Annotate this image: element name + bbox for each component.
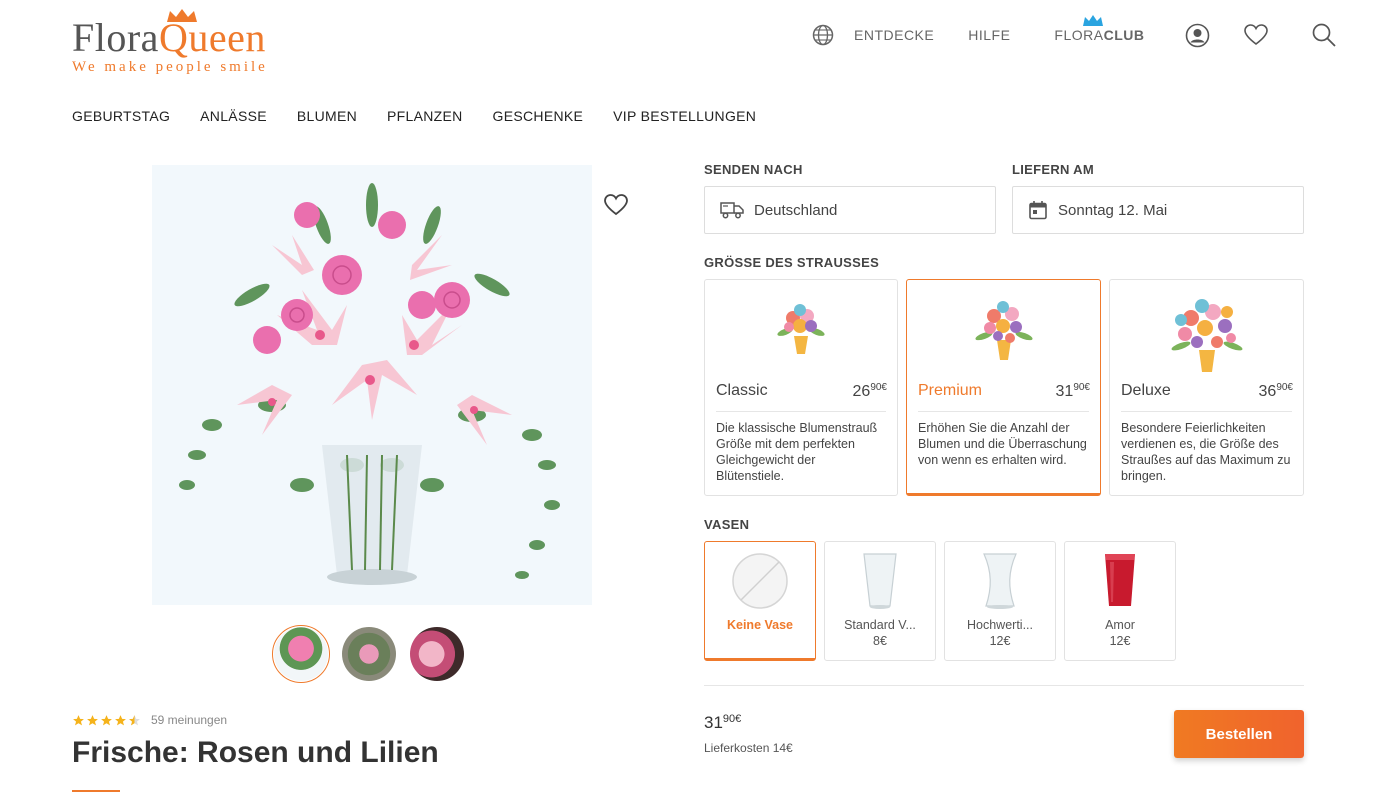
- send-to-value: Deutschland: [754, 201, 838, 219]
- standard-vase-icon: [863, 553, 897, 609]
- vase-option-premium[interactable]: Hochwerti... 12€: [944, 541, 1056, 661]
- logo-wordmark: FloraQueen: [72, 9, 268, 61]
- delivery-truck-icon: [720, 202, 744, 219]
- size-option-deluxe[interactable]: Deluxe 3690€ Besondere Feierlichkeiten v…: [1109, 279, 1304, 496]
- send-to-field[interactable]: Deutschland: [704, 186, 996, 234]
- floraclub-part2: CLUB: [1103, 27, 1145, 43]
- divider: [716, 411, 886, 412]
- discover-link[interactable]: ENTDECKE: [854, 27, 934, 43]
- size-option-classic[interactable]: Classic 2690€ Die klassische Blumenstrau…: [704, 279, 898, 496]
- product-favorite-button[interactable]: [603, 193, 629, 222]
- vase-name: Keine Vase: [726, 618, 793, 632]
- nav-occasions[interactable]: ANLÄSSE: [200, 108, 267, 124]
- vase-price: 12€: [989, 634, 1011, 648]
- bouquet-illustration: [179, 183, 560, 585]
- vase-price: 8€: [873, 634, 887, 648]
- bouquet-size-label: GRÖSSE DES STRAUSSES: [704, 255, 880, 270]
- calendar-icon: [1029, 201, 1047, 220]
- half-star-icon: [129, 714, 140, 725]
- nav-vip-orders[interactable]: VIP BESTELLUNGEN: [613, 108, 756, 124]
- star-icon: [101, 714, 112, 725]
- red-vase-icon: [1105, 554, 1135, 606]
- main-navigation: GEBURTSTAG ANLÄSSE BLUMEN PFLANZEN GESCH…: [72, 108, 786, 124]
- review-count[interactable]: 59 meinungen: [151, 713, 227, 727]
- search-icon: [1312, 23, 1336, 47]
- size-description: Die klassische Blumenstrauß Größe mit de…: [716, 421, 878, 483]
- delivery-date-field[interactable]: Sonntag 12. Mai: [1012, 186, 1304, 234]
- thumbnail-1[interactable]: [272, 625, 330, 683]
- language-selector[interactable]: [812, 24, 834, 46]
- divider: [918, 411, 1089, 412]
- wishlist-button[interactable]: [1243, 22, 1269, 48]
- hourglass-vase-icon: [983, 553, 1017, 609]
- size-option-premium[interactable]: Premium 3190€ Erhöhen Sie die Anzahl der…: [906, 279, 1101, 496]
- size-name: Premium: [918, 382, 983, 399]
- globe-icon: [812, 24, 834, 46]
- logo[interactable]: FloraQueen We make people smile: [72, 9, 268, 76]
- divider: [1121, 411, 1292, 412]
- nav-birthday[interactable]: GEBURTSTAG: [72, 108, 170, 124]
- heart-icon: [1243, 24, 1268, 46]
- logo-brand-part1: Flora: [72, 15, 159, 60]
- thumbnail-2[interactable]: [340, 625, 398, 683]
- size-price: 3690€: [1258, 382, 1293, 400]
- product-title: Frische: Rosen und Lilien: [72, 736, 439, 769]
- vases-label: VASEN: [704, 517, 750, 532]
- size-price: 3190€: [1055, 382, 1090, 400]
- help-link[interactable]: HILFE: [968, 27, 1010, 43]
- vase-name: Standard V...: [844, 618, 916, 632]
- star-icon: [73, 714, 84, 725]
- size-description: Erhöhen Sie die Anzahl der Blumen und di…: [918, 421, 1087, 467]
- floraclub-part1: FLORA: [1054, 27, 1104, 43]
- title-underline: [72, 790, 120, 792]
- rating-stars: [72, 714, 141, 727]
- divider: [704, 685, 1304, 686]
- crown-icon: [167, 9, 197, 22]
- size-price: 2690€: [852, 382, 887, 400]
- no-vase-icon: [732, 553, 788, 609]
- account-button[interactable]: [1185, 22, 1211, 48]
- search-button[interactable]: [1311, 22, 1337, 48]
- vase-option-amor[interactable]: Amor 12€: [1064, 541, 1176, 661]
- vase-price: 12€: [1109, 634, 1131, 648]
- size-description: Besondere Feierlichkeiten verdienen es, …: [1121, 421, 1291, 483]
- size-name: Deluxe: [1121, 382, 1171, 399]
- thumbnail-3[interactable]: [408, 625, 466, 683]
- order-button[interactable]: Bestellen: [1174, 710, 1304, 758]
- star-icon: [115, 714, 126, 725]
- bouquet-small-icon: [777, 304, 825, 354]
- floraclub-link[interactable]: FLORA CLUB: [1054, 15, 1145, 43]
- vase-name: Amor: [1105, 618, 1135, 632]
- product-image[interactable]: [152, 165, 592, 605]
- bouquet-medium-icon: [974, 301, 1033, 360]
- vase-option-standard[interactable]: Standard V... 8€: [824, 541, 936, 661]
- delivery-cost: Lieferkosten 14€: [704, 741, 793, 755]
- bouquet-large-icon: [1171, 299, 1242, 372]
- product-rating[interactable]: 59 meinungen: [72, 713, 227, 727]
- vase-name: Hochwerti...: [967, 618, 1033, 632]
- star-icon: [87, 714, 98, 725]
- nav-flowers[interactable]: BLUMEN: [297, 108, 357, 124]
- product-thumbnails: [272, 625, 466, 683]
- nav-gifts[interactable]: GESCHENKE: [493, 108, 584, 124]
- club-crown-icon: [1083, 15, 1104, 26]
- size-name: Classic: [716, 382, 768, 399]
- delivery-date-value: Sonntag 12. Mai: [1058, 201, 1168, 219]
- logo-tagline: We make people smile: [72, 59, 268, 75]
- total-price: 3190€: [704, 713, 742, 732]
- heart-icon: [604, 194, 628, 216]
- send-to-label: SENDEN NACH: [704, 162, 803, 177]
- deliver-on-label: LIEFERN AM: [1012, 162, 1094, 177]
- vase-option-none[interactable]: Keine Vase: [704, 541, 816, 661]
- nav-plants[interactable]: PFLANZEN: [387, 108, 463, 124]
- user-icon: [1185, 23, 1210, 47]
- top-navigation: ENTDECKE HILFE FLORA CLUB: [812, 15, 1337, 50]
